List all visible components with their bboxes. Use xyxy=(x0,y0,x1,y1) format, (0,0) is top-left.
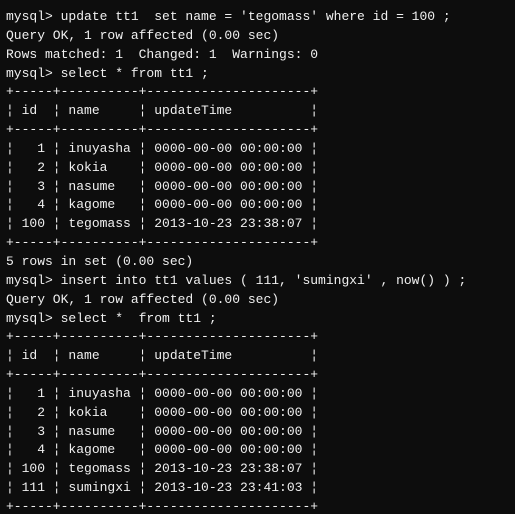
terminal-line-l9: ¦ 1 ¦ inuyasha ¦ 0000-00-00 00:00:00 ¦ xyxy=(6,140,509,159)
terminal-line-l8: +-----+----------+---------------------+ xyxy=(6,121,509,140)
terminal-line-l18: Query OK, 1 row affected (0.00 sec) xyxy=(6,291,509,310)
terminal-line-l25: ¦ 2 ¦ kokia ¦ 0000-00-00 00:00:00 ¦ xyxy=(6,404,509,423)
terminal-line-l24: ¦ 1 ¦ inuyasha ¦ 0000-00-00 00:00:00 ¦ xyxy=(6,385,509,404)
terminal-line-l7: ¦ id ¦ name ¦ updateTime ¦ xyxy=(6,102,509,121)
terminal-line-l2: Query OK, 1 row affected (0.00 sec) xyxy=(6,27,509,46)
terminal-line-l11: ¦ 3 ¦ nasume ¦ 0000-00-00 00:00:00 ¦ xyxy=(6,178,509,197)
terminal-line-l5: mysql> select * from tt1 ; xyxy=(6,65,509,84)
terminal-line-l23: +-----+----------+---------------------+ xyxy=(6,366,509,385)
terminal-line-l14: +-----+----------+---------------------+ xyxy=(6,234,509,253)
terminal-line-l6: +-----+----------+---------------------+ xyxy=(6,83,509,102)
terminal-line-l12: ¦ 4 ¦ kagome ¦ 0000-00-00 00:00:00 ¦ xyxy=(6,196,509,215)
terminal-line-l27: ¦ 4 ¦ kagome ¦ 0000-00-00 00:00:00 ¦ xyxy=(6,441,509,460)
terminal-line-l1: mysql> update tt1 set name = 'tegomass' … xyxy=(6,8,509,27)
terminal-window: mysql> update tt1 set name = 'tegomass' … xyxy=(0,0,515,514)
terminal-line-l30: +-----+----------+---------------------+ xyxy=(6,498,509,514)
terminal-line-l17: mysql> insert into tt1 values ( 111, 'su… xyxy=(6,272,509,291)
terminal-line-l21: +-----+----------+---------------------+ xyxy=(6,328,509,347)
terminal-line-l13: ¦ 100 ¦ tegomass ¦ 2013-10-23 23:38:07 ¦ xyxy=(6,215,509,234)
terminal-line-l29: ¦ 111 ¦ sumingxi ¦ 2013-10-23 23:41:03 ¦ xyxy=(6,479,509,498)
terminal-line-l22: ¦ id ¦ name ¦ updateTime ¦ xyxy=(6,347,509,366)
terminal-content: mysql> update tt1 set name = 'tegomass' … xyxy=(6,8,509,514)
terminal-line-l10: ¦ 2 ¦ kokia ¦ 0000-00-00 00:00:00 ¦ xyxy=(6,159,509,178)
terminal-line-l15: 5 rows in set (0.00 sec) xyxy=(6,253,509,272)
terminal-line-l20: mysql> select * from tt1 ; xyxy=(6,310,509,329)
terminal-line-l3: Rows matched: 1 Changed: 1 Warnings: 0 xyxy=(6,46,509,65)
terminal-line-l26: ¦ 3 ¦ nasume ¦ 0000-00-00 00:00:00 ¦ xyxy=(6,423,509,442)
terminal-line-l28: ¦ 100 ¦ tegomass ¦ 2013-10-23 23:38:07 ¦ xyxy=(6,460,509,479)
